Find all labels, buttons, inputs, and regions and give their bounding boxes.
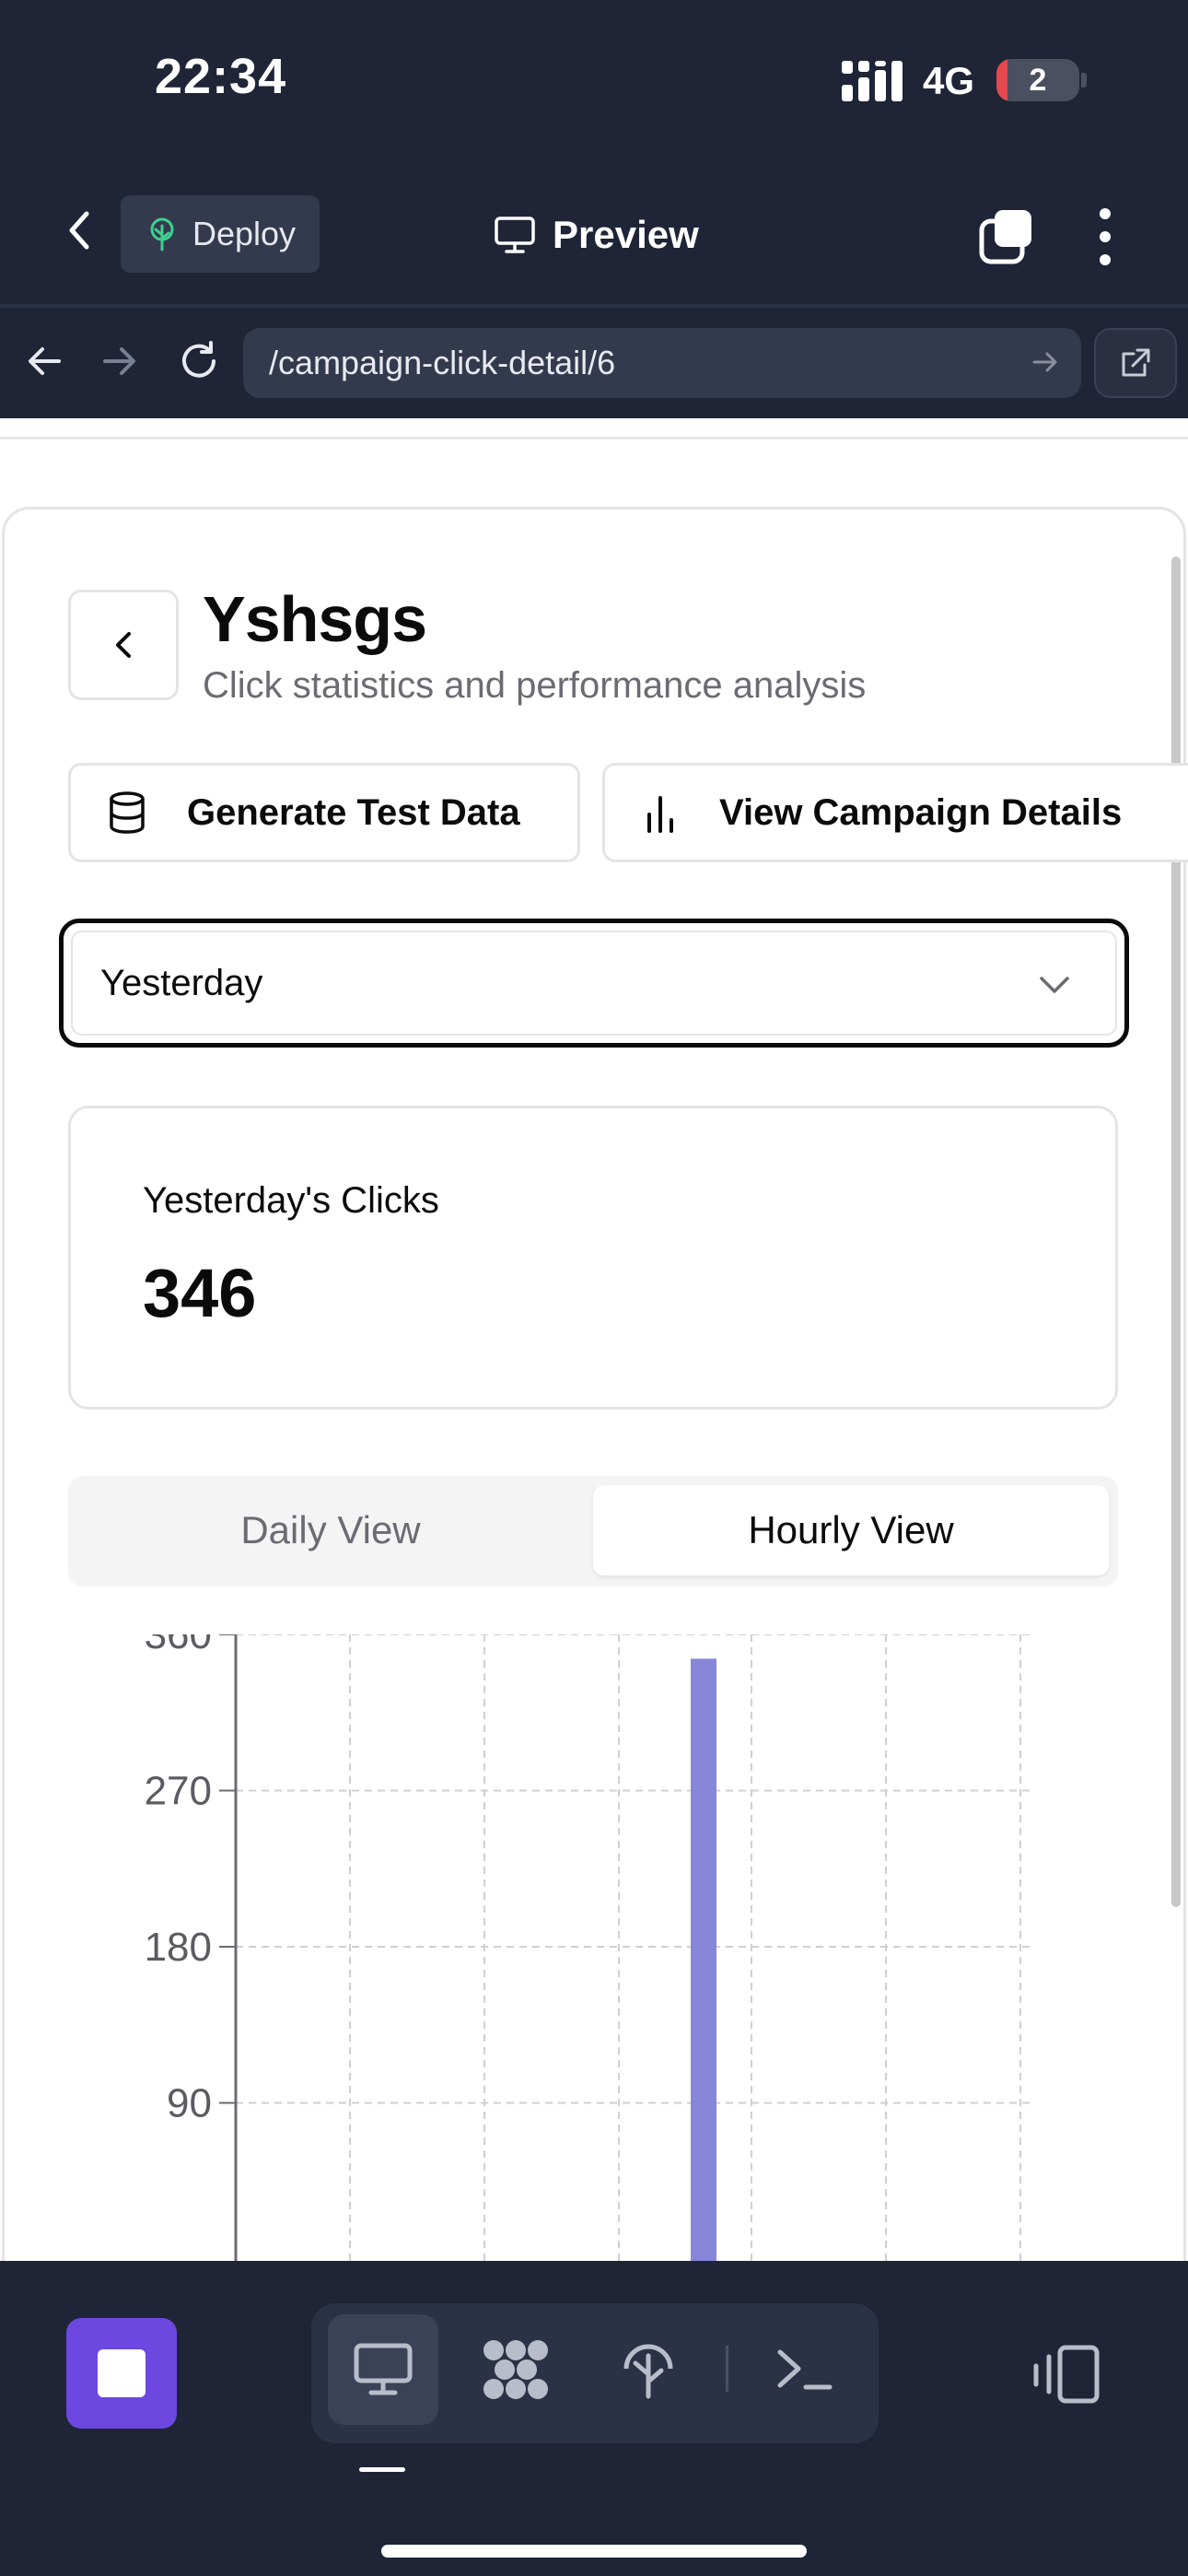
database-icon	[110, 791, 145, 834]
stop-icon	[98, 2349, 146, 2397]
deploy-label: Deploy	[192, 215, 297, 252]
stat-value: 346	[143, 1255, 257, 1331]
tool-separator	[726, 2346, 728, 2392]
generate-test-data-label: Generate Test Data	[187, 791, 520, 833]
tool-group	[311, 2303, 879, 2443]
chevron-left-icon	[69, 211, 89, 250]
tab-hourly-view[interactable]: Hourly View	[593, 1485, 1109, 1575]
device-toggle-button[interactable]	[1024, 2333, 1107, 2416]
terminal-tool-button[interactable]	[750, 2314, 860, 2425]
date-range-value: Yesterday	[100, 962, 263, 1003]
url-bar: /campaign-click-detail/6	[0, 308, 1188, 418]
deploy-tree-icon	[623, 2344, 673, 2399]
stat-label: Yesterday's Clicks	[143, 1180, 439, 1221]
bottom-toolbar	[0, 2261, 1188, 2576]
deploy-tool-button[interactable]	[593, 2314, 704, 2425]
clicks-stat-card: Yesterday's Clicks 346	[68, 1106, 1118, 1410]
network-label: 4G	[923, 59, 975, 102]
view-campaign-details-label: View Campaign Details	[719, 791, 1123, 833]
divider	[0, 437, 1188, 439]
tab-daily-view[interactable]: Daily View	[77, 1485, 584, 1575]
y-axis-tick-label: 180	[145, 1925, 212, 1970]
terminal-icon	[777, 2349, 833, 2390]
status-time: 22:34	[155, 49, 287, 104]
url-field[interactable]: /campaign-click-detail/6	[243, 328, 1081, 398]
home-indicator[interactable]	[381, 2545, 807, 2558]
agent-icon	[483, 2340, 548, 2399]
bar-chart-icon	[647, 796, 673, 833]
page-subtitle: Click statistics and performance analysi…	[203, 665, 867, 706]
agent-tool-button[interactable]	[460, 2314, 571, 2425]
arrow-right-icon	[103, 347, 135, 375]
external-link-icon	[1122, 348, 1150, 377]
preview-tool-button[interactable]	[328, 2314, 438, 2425]
url-text: /campaign-click-detail/6	[269, 344, 616, 381]
active-tab-indicator	[359, 2467, 405, 2472]
page-back-button[interactable]	[68, 590, 179, 700]
web-content: Yshsgs Click statistics and performance …	[0, 418, 1188, 2261]
reload-button[interactable]	[171, 334, 227, 389]
generate-test-data-button[interactable]: Generate Test Data	[68, 763, 580, 862]
device-switch-icon	[1033, 2345, 1100, 2404]
date-range-field[interactable]: Yesterday	[71, 931, 1117, 1036]
browser-back-button[interactable]	[17, 334, 72, 389]
back-button[interactable]	[52, 203, 107, 258]
chevron-down-icon	[1040, 977, 1069, 993]
more-options-icon[interactable]	[1089, 205, 1122, 269]
preview-label: Preview	[553, 213, 699, 256]
battery-cap	[1081, 73, 1087, 88]
battery-icon: 2	[996, 59, 1079, 101]
preview-title[interactable]: Preview	[494, 203, 699, 267]
browser-forward-button[interactable]	[92, 334, 147, 389]
y-axis-tick-label: 270	[145, 1769, 212, 1814]
monitor-icon	[354, 2343, 413, 2395]
chart-bar[interactable]	[691, 1658, 716, 2261]
page-title: Yshsgs	[203, 583, 427, 655]
y-axis-tick-label: 360	[145, 1634, 212, 1657]
battery-level: 2	[1029, 63, 1047, 98]
tabs-icon[interactable]	[978, 208, 1035, 265]
top-nav: Deploy Preview	[0, 175, 1188, 304]
status-bar: 22:34 4G 2	[0, 0, 1188, 157]
y-axis-tick-label: 90	[167, 2081, 212, 2126]
chevron-left-icon	[116, 632, 131, 658]
view-toggle: Daily View Hourly View	[68, 1476, 1118, 1587]
arrow-right-icon[interactable]	[1030, 346, 1061, 378]
open-external-button[interactable]	[1094, 328, 1177, 398]
date-range-select[interactable]: Yesterday	[59, 919, 1129, 1048]
view-campaign-details-button[interactable]: View Campaign Details	[602, 763, 1188, 862]
signal-icon	[842, 61, 903, 101]
arrow-left-icon	[29, 347, 61, 375]
stop-button[interactable]	[66, 2318, 177, 2429]
deploy-button[interactable]: Deploy	[121, 195, 320, 273]
monitor-icon	[495, 217, 535, 253]
reload-icon	[182, 341, 215, 378]
deploy-tree-icon	[150, 217, 174, 252]
hourly-clicks-chart: 360 270 180 90	[145, 1634, 1035, 2261]
